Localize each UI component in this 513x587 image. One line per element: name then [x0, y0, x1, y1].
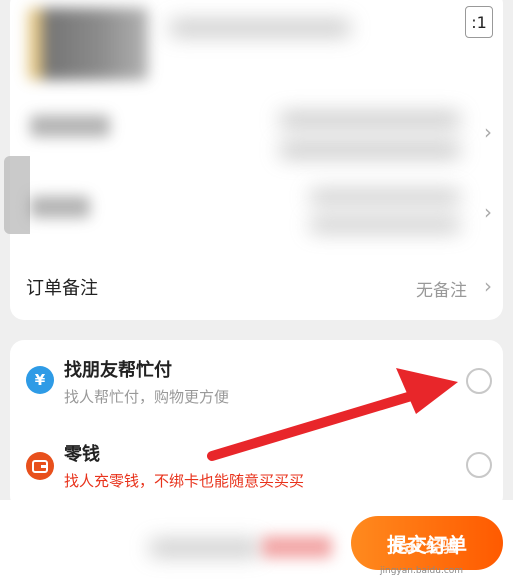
annotation-arrow [207, 368, 458, 461]
